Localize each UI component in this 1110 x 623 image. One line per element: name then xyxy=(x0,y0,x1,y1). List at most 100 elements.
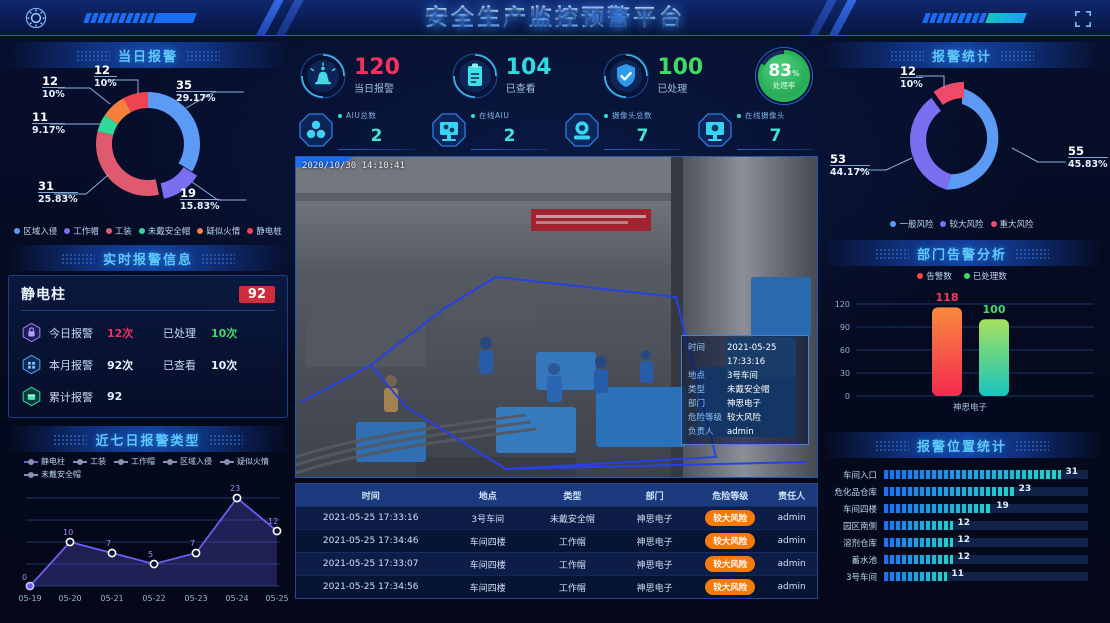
legend-item[interactable]: 区域入侵 xyxy=(14,225,57,237)
pos-track: 11 xyxy=(884,569,1088,581)
camera-monitor-icon xyxy=(698,113,732,147)
legend-label: 区域入侵 xyxy=(180,457,212,466)
svg-text:05-19: 05-19 xyxy=(18,594,41,603)
legend-item[interactable]: 疑似火情 xyxy=(220,456,269,467)
realtime-row: 本月报警 92次 已查看 10次 xyxy=(21,354,275,375)
legend-item[interactable]: 一般风险 xyxy=(890,218,933,230)
cell-time: 2021-05-25 17:34:56 xyxy=(322,582,419,592)
svg-text:神思电子: 神思电子 xyxy=(953,402,988,413)
cell-owner: admin xyxy=(777,513,806,523)
device-aiu-total[interactable]: AIU总数 2 xyxy=(295,108,419,152)
kpi-label: 已处理 xyxy=(657,84,688,95)
table-column-header: 地点 xyxy=(478,491,497,502)
donut-value-5: 12 xyxy=(94,63,111,77)
legend-item[interactable]: 工作帽 xyxy=(64,225,99,237)
dots-decoration-right xyxy=(186,49,220,61)
device-label: 在线AIU xyxy=(470,111,510,120)
legend-item[interactable]: 已处理数 xyxy=(963,270,1007,282)
donut2-label-1: 53 44.17% xyxy=(830,153,870,178)
svg-text:7: 7 xyxy=(106,539,111,548)
kpi-row: 120 当日报警 104 已查看 100 已处理 83% 处理率 xyxy=(295,47,818,105)
pos-row[interactable]: 3号车间 11 xyxy=(822,568,1088,585)
kpi-value: 120 xyxy=(354,55,400,80)
pos-row[interactable]: 蓄水池 12 xyxy=(822,551,1088,568)
overlay-value: 神思电子 xyxy=(727,399,762,409)
donut2-svg xyxy=(858,75,1066,190)
overlay-value: 2021-05-25 17:33:16 xyxy=(727,343,777,367)
cell-time: 2021-05-25 17:33:07 xyxy=(322,559,419,569)
cell-dept: 神思电子 xyxy=(636,514,673,525)
donut-label-4: 12 10% xyxy=(42,75,65,100)
donut2-percent-1: 44.17% xyxy=(830,165,870,178)
table-header-row: 时间 地点 类型 部门 危险等级 责任人 xyxy=(296,484,817,506)
fullscreen-icon[interactable] xyxy=(1074,10,1092,28)
cell-dept: 神思电子 xyxy=(636,583,673,594)
dept-bar-legend: 告警数 已处理数 xyxy=(822,266,1102,282)
donut2-label-2: 12 10% xyxy=(900,64,923,90)
pos-row[interactable]: 园区南侧 12 xyxy=(822,517,1088,534)
kpi-viewed[interactable]: 104 已查看 xyxy=(451,52,552,100)
legend-label: 未戴安全帽 xyxy=(41,470,81,479)
overlay-value: admin xyxy=(727,427,754,437)
device-counter-row: AIU总数 2 在线AIU 2 摄像头总数 7 在线摄像头 7 xyxy=(295,108,818,152)
realtime-count-badge: 92 xyxy=(238,285,275,303)
pos-value: 19 xyxy=(996,501,1009,511)
donut-percent-5: 10% xyxy=(94,76,117,89)
legend-item[interactable]: 静电柱 xyxy=(24,456,65,467)
realtime-device-name: 静电柱 xyxy=(21,287,66,303)
cell-risk: 较大风险 xyxy=(694,579,766,595)
table-row[interactable]: 2021-05-25 17:33:07 车间四楼 工作帽 神思电子 较大风险 a… xyxy=(296,552,817,575)
pos-value: 12 xyxy=(957,535,970,545)
legend-item[interactable]: 重大风险 xyxy=(990,218,1034,230)
donut-percent-4: 10% xyxy=(42,87,65,100)
donut-percent-3: 9.17% xyxy=(32,123,65,136)
device-value-area: 摄像头总数 7 xyxy=(600,110,685,150)
legend-item[interactable]: 工装 xyxy=(105,225,132,237)
alarm-stats-donut-chart: 55 45.83% 53 44.17% 12 10% xyxy=(822,64,1108,216)
kpi-label: 当日报警 xyxy=(354,84,394,95)
legend-item[interactable]: 告警数 xyxy=(917,270,952,282)
pos-row[interactable]: 溶剂仓库 12 xyxy=(822,534,1088,551)
kpi-today-alarm[interactable]: 120 当日报警 xyxy=(299,52,400,100)
legend-item[interactable]: 工装 xyxy=(73,456,106,467)
pos-row[interactable]: 危化品仓库 23 xyxy=(822,483,1088,500)
donut-label-0: 35 29.17% xyxy=(176,79,216,104)
donut-value-2: 31 xyxy=(38,179,55,193)
archive-hex-icon xyxy=(22,386,41,407)
device-camera-total[interactable]: 摄像头总数 7 xyxy=(561,108,685,152)
device-value: 2 xyxy=(503,126,516,146)
video-feed[interactable]: 2020/10/30 14:10:41 时间 2021-05-25 17:33:… xyxy=(295,156,818,478)
cell-time: 2021-05-25 17:33:16 xyxy=(322,513,419,523)
overlay-key: 类型 xyxy=(688,385,706,395)
legend-item[interactable]: 未戴安全帽 xyxy=(138,225,190,237)
table-row[interactable]: 2021-05-25 17:34:56 车间四楼 工作帽 神思电子 较大风险 a… xyxy=(296,575,817,598)
legend-item[interactable]: 疑似火情 xyxy=(197,225,240,237)
left-column: 当日报警 35 29.17% 19 15.83% 31 25.83% 11 9.… xyxy=(8,42,289,612)
pos-track: 12 xyxy=(884,518,1088,530)
donut2-value-2: 12 xyxy=(900,64,917,78)
device-label: AIU总数 xyxy=(337,111,377,120)
device-aiu-online[interactable]: 在线AIU 2 xyxy=(428,108,552,152)
right-column: 报警统计 55 45.83% 53 44.17% 12 10% 一般风险 较大风… xyxy=(822,42,1108,585)
legend-label: 静电桩 xyxy=(256,227,282,237)
kpi-handled[interactable]: 100 已处理 xyxy=(602,52,703,100)
pos-row[interactable]: 车间入口 31 xyxy=(822,466,1088,483)
table-row[interactable]: 2021-05-25 17:33:16 3号车间 未戴安全帽 神思电子 较大风险… xyxy=(296,506,817,529)
svg-text:90: 90 xyxy=(840,323,850,332)
device-label: 在线摄像头 xyxy=(737,111,785,120)
cell-location: 车间四楼 xyxy=(469,583,506,594)
legend-item[interactable]: 未戴安全帽 xyxy=(24,469,81,480)
legend-item[interactable]: 静电桩 xyxy=(247,225,282,237)
overlay-row: 负责人 admin xyxy=(688,425,802,439)
pos-track: 12 xyxy=(884,552,1088,564)
realtime-alarm-card: 静电柱 92 今日报警 12次 已处理 10次 本月报警 92次 已查看 10次… xyxy=(8,275,288,418)
table-row[interactable]: 2021-05-25 17:34:46 车间四楼 工作帽 神思电子 较大风险 a… xyxy=(296,529,817,552)
legend-item[interactable]: 较大风险 xyxy=(940,218,984,230)
device-camera-online[interactable]: 在线摄像头 7 xyxy=(694,108,818,152)
table-column-header: 部门 xyxy=(645,491,664,502)
legend-item[interactable]: 工作帽 xyxy=(114,456,155,467)
legend-item[interactable]: 区域入侵 xyxy=(163,456,212,467)
dots-decoration-right xyxy=(1000,49,1034,61)
pos-row[interactable]: 车间四楼 19 xyxy=(822,500,1088,517)
panel-title-dept-analysis: 部门告警分析 xyxy=(822,240,1102,266)
